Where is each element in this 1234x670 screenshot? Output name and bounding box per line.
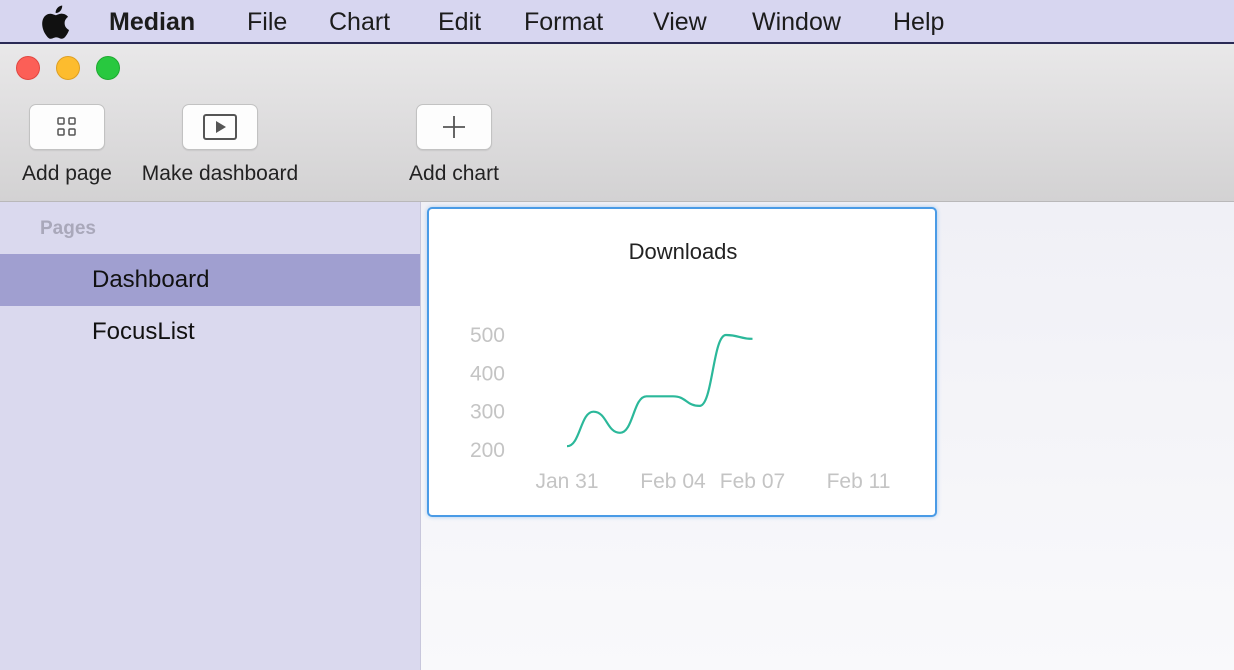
make-dashboard-label: Make dashboard [141, 162, 299, 185]
add-chart-button[interactable] [416, 104, 492, 150]
x-tick-label: Feb 11 [827, 470, 891, 493]
menu-format[interactable]: Format [524, 6, 603, 38]
add-page-label: Add page [22, 162, 112, 185]
x-tick-label: Feb 07 [720, 470, 785, 493]
grid-icon [57, 117, 76, 136]
chart-card[interactable]: Downloads 500 400 300 200 Jan 31 Feb 04 Feb 0… [427, 207, 937, 517]
sidebar: Pages Dashboard FocusList [0, 202, 421, 670]
y-tick-label: 200 [470, 439, 505, 462]
menu-help[interactable]: Help [893, 6, 944, 38]
menu-bar: Median File Chart Edit Format View Windo… [0, 0, 1234, 44]
y-tick-label: 500 [470, 324, 505, 347]
x-axis: Jan 31 Feb 04 Feb 07 Feb 11 [535, 470, 890, 493]
menu-window[interactable]: Window [752, 6, 841, 38]
make-dashboard-tool: Make dashboard [132, 104, 308, 186]
play-icon [203, 114, 237, 140]
series-line [566, 333, 753, 448]
y-axis: 500 400 300 200 [470, 324, 505, 462]
add-page-tool: Add page [17, 104, 117, 186]
add-chart-tool: Add chart [402, 104, 506, 186]
menu-view[interactable]: View [653, 6, 707, 38]
chart-title: Downloads [629, 239, 738, 264]
line-chart: Downloads 500 400 300 200 Jan 31 Feb 04 Feb 0… [470, 239, 890, 493]
add-page-button[interactable] [29, 104, 105, 150]
window-toolbar: Add page Make dashboard Add chart [0, 44, 1234, 202]
menu-file[interactable]: File [247, 6, 287, 38]
add-chart-label: Add chart [409, 162, 499, 185]
sidebar-heading: Pages [40, 218, 96, 239]
y-tick-label: 400 [470, 362, 505, 385]
apple-icon[interactable] [40, 5, 70, 39]
y-tick-label: 300 [470, 401, 505, 424]
menu-app-name[interactable]: Median [109, 6, 195, 38]
x-tick-label: Feb 04 [640, 470, 706, 493]
menu-chart[interactable]: Chart [329, 6, 390, 38]
make-dashboard-button[interactable] [182, 104, 258, 150]
plus-icon [443, 116, 465, 138]
menu-edit[interactable]: Edit [438, 6, 481, 38]
page-canvas: Downloads 500 400 300 200 Jan 31 Feb 04 Feb 0… [421, 202, 1234, 670]
sidebar-item-dashboard[interactable]: Dashboard [0, 254, 420, 306]
window-close-button[interactable] [16, 56, 40, 80]
sidebar-item-focuslist[interactable]: FocusList [0, 306, 420, 358]
window-zoom-button[interactable] [96, 56, 120, 80]
x-tick-label: Jan 31 [535, 470, 598, 493]
window-minimize-button[interactable] [56, 56, 80, 80]
